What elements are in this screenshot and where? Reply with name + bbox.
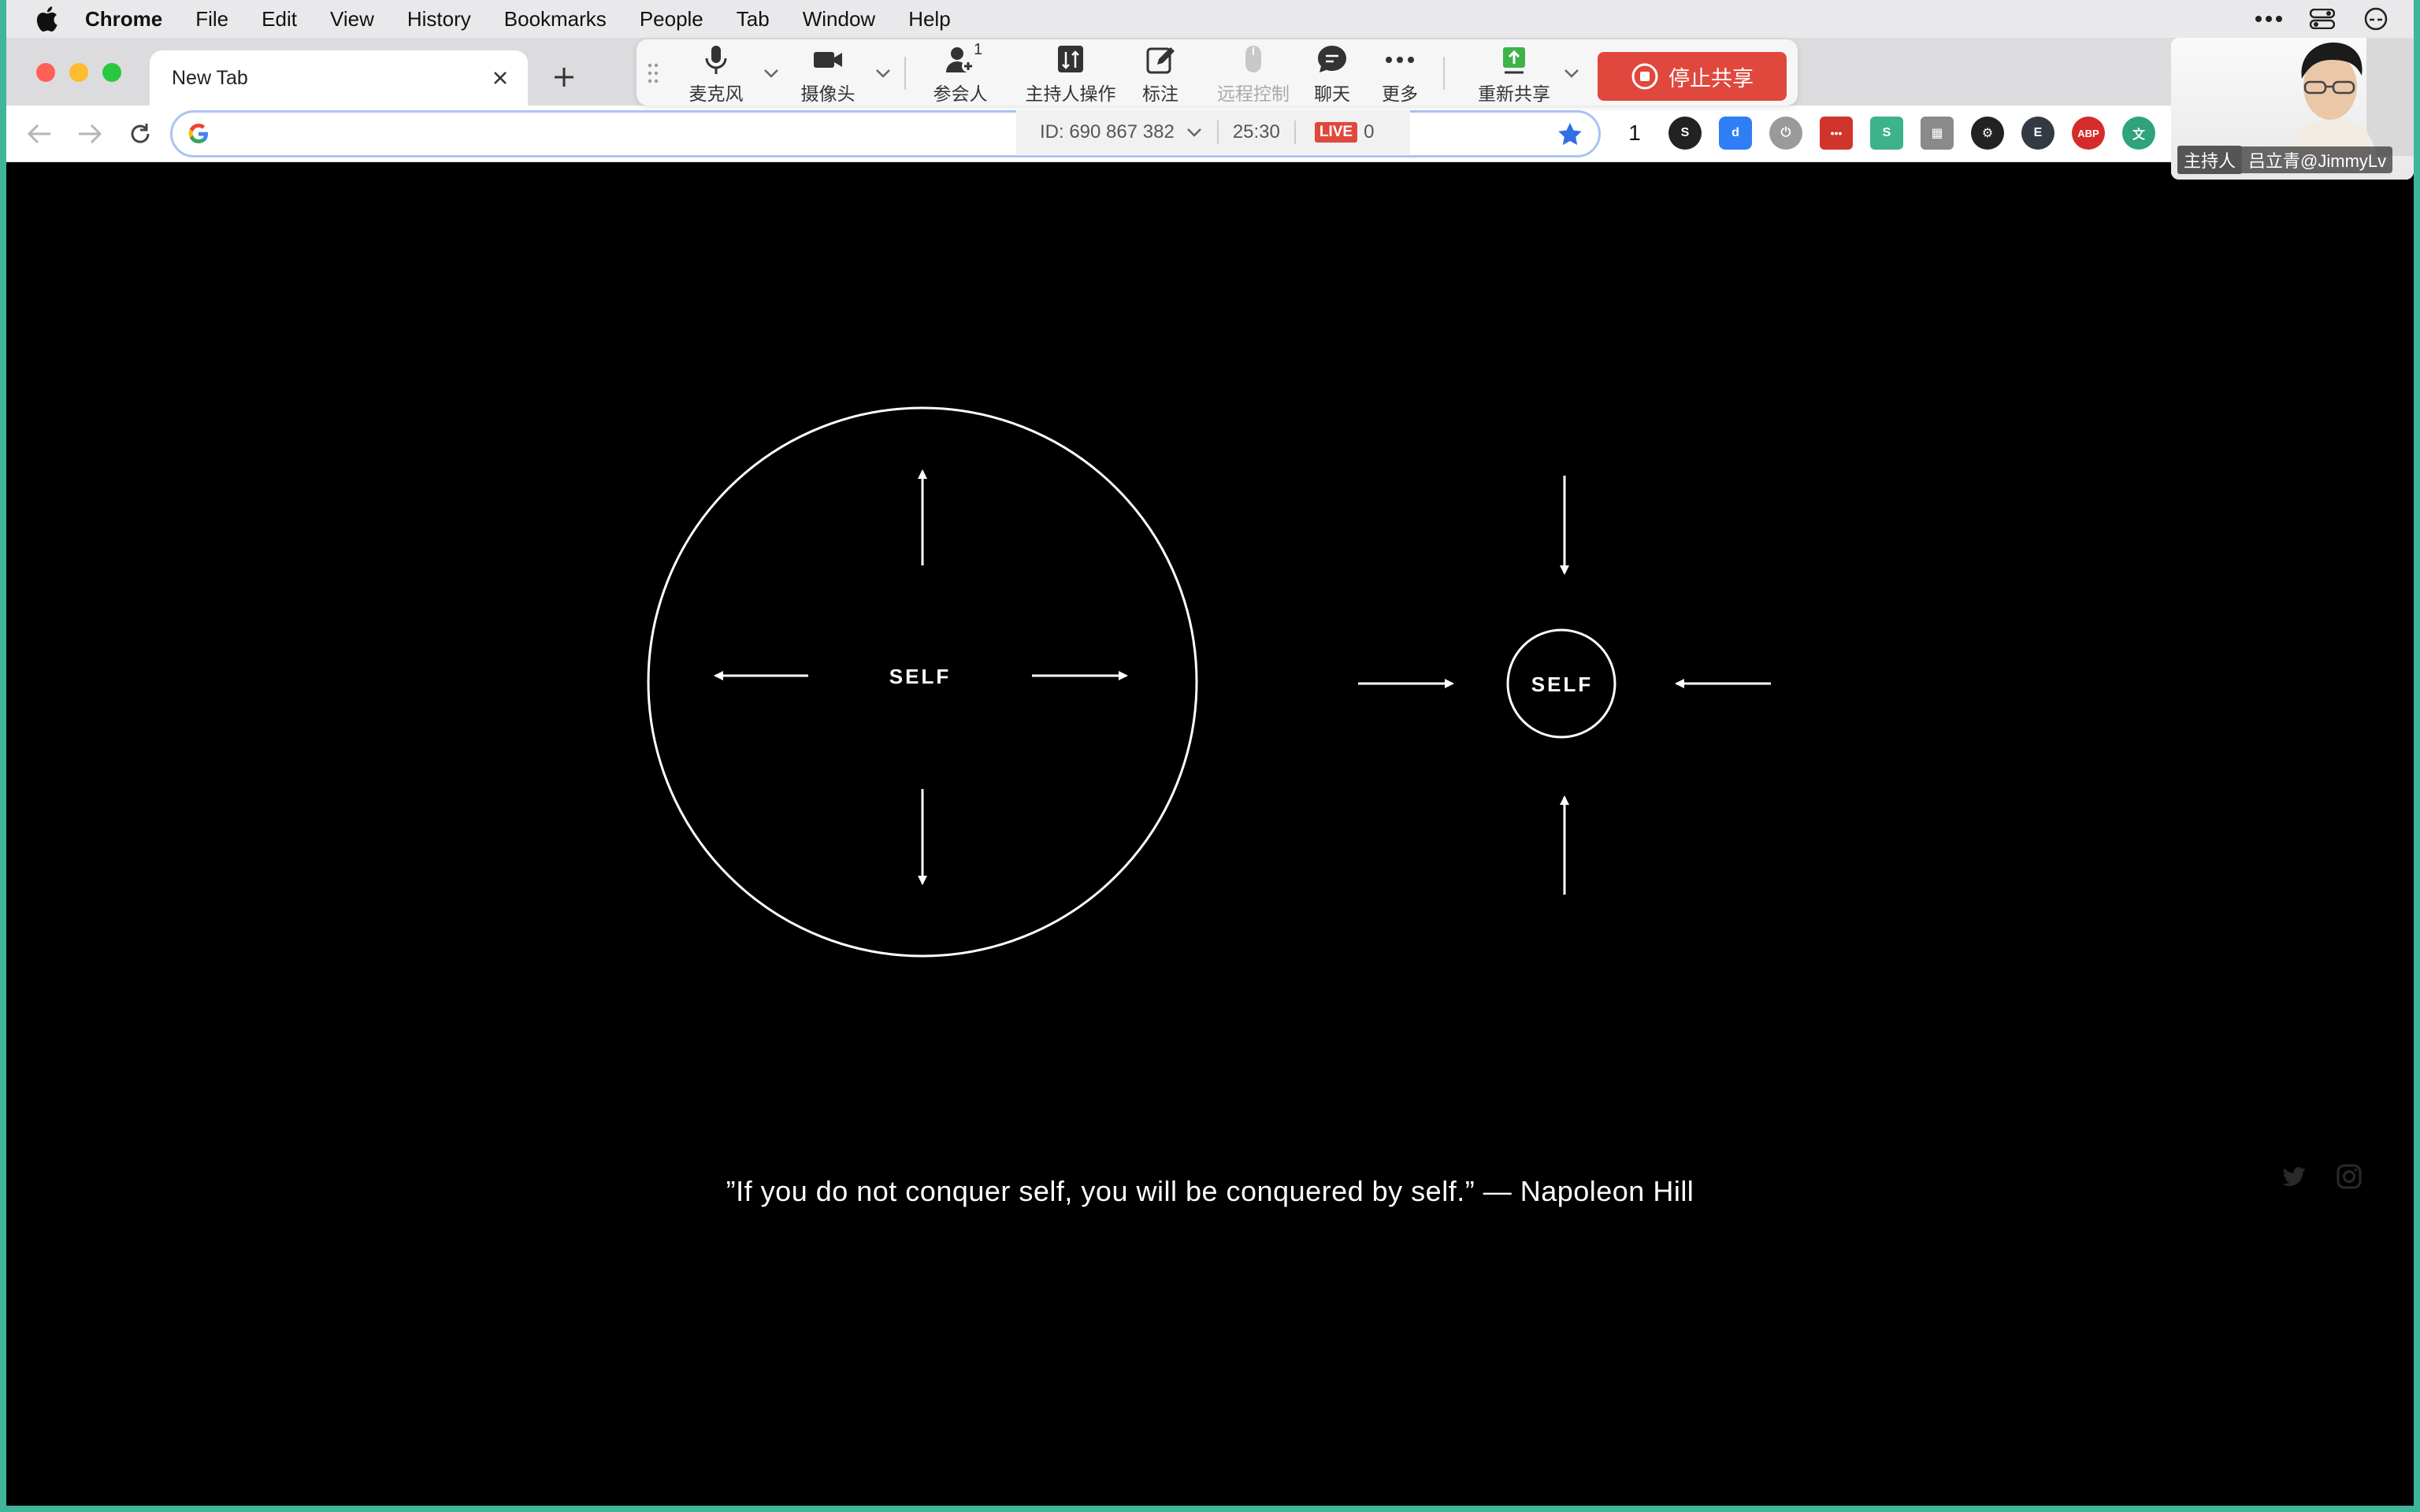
participants-button[interactable]: 参会人 (917, 43, 1004, 106)
camera-options-chevron-icon[interactable] (874, 68, 892, 79)
meeting-id-chevron-icon[interactable] (1186, 127, 1203, 138)
menu-bar: Chrome File Edit View History Bookmarks … (6, 0, 2414, 38)
participants-icon (946, 47, 974, 72)
host-actions-icon (1058, 46, 1083, 72)
camera-label: 摄像头 (800, 83, 856, 104)
menu-help[interactable]: Help (908, 7, 950, 32)
toolbar-divider (904, 57, 906, 90)
stop-share-button[interactable]: 停止共享 (1598, 52, 1787, 101)
badge-count-extension[interactable]: 1 (1618, 117, 1651, 150)
camera-icon (814, 52, 842, 68)
remote-control-label: 远程控制 (1217, 83, 1290, 104)
annotate-label: 标注 (1142, 83, 1178, 104)
new-tab-button[interactable] (547, 60, 581, 94)
meeting-id[interactable]: ID: 690 867 382 (1040, 121, 1175, 143)
microphone-icon (705, 46, 727, 74)
abp-extension[interactable]: ABP (2072, 117, 2105, 150)
s-green-extension[interactable]: S (1870, 117, 1903, 150)
bookmark-star-icon[interactable] (1556, 120, 1584, 149)
twitter-icon[interactable] (2280, 1162, 2308, 1191)
mouse-icon (1245, 46, 1261, 72)
dots-extension[interactable]: ••• (1820, 117, 1853, 150)
screen: Chrome File Edit View History Bookmarks … (6, 0, 2414, 1506)
d-extension[interactable]: d (1719, 117, 1752, 150)
siri-icon[interactable] (2362, 5, 2390, 33)
translate-extension[interactable]: 文 (2122, 117, 2155, 150)
participants-label: 参会人 (933, 83, 988, 104)
extensions-bar: 1 S d ⏻ ••• S ▦ ⚙ E ABP 文 (1618, 117, 2155, 150)
tab-new-tab[interactable]: New Tab (150, 50, 528, 106)
reshare-icon (1503, 47, 1525, 74)
tab-close-icon[interactable] (488, 66, 512, 90)
drag-handle-icon[interactable] (648, 63, 659, 83)
reload-button[interactable] (124, 118, 156, 150)
google-icon (188, 124, 208, 143)
annotate-button[interactable]: 标注 (1117, 43, 1204, 106)
mic-button[interactable]: 麦克风 (673, 43, 759, 106)
meeting-timer: 25:30 (1232, 121, 1280, 143)
control-center-icon[interactable] (2308, 5, 2336, 33)
host-video-thumbnail[interactable]: 主持人 吕立青@JimmyLv (2171, 38, 2414, 180)
back-button[interactable] (24, 118, 55, 150)
self-diagram: SELF SELF (647, 406, 1771, 958)
menubar-status-icons (2255, 5, 2390, 33)
status-divider (1216, 120, 1219, 144)
menu-window[interactable]: Window (803, 7, 875, 32)
stop-share-label: 停止共享 (1668, 66, 1754, 91)
more-label: 更多 (1382, 83, 1418, 104)
host-person-image (2289, 38, 2414, 156)
large-self-label: SELF (889, 665, 951, 688)
menu-edit[interactable]: Edit (262, 7, 297, 32)
menu-file[interactable]: File (195, 7, 228, 32)
mic-label: 麦克风 (689, 83, 744, 104)
host-actions-button[interactable]: 主持人操作 (1011, 43, 1130, 106)
e-extension[interactable]: E (2021, 117, 2054, 150)
menu-view[interactable]: View (330, 7, 374, 32)
live-badge[interactable]: LIVE (1314, 122, 1358, 143)
more-button[interactable]: 更多 (1357, 43, 1443, 106)
menu-bookmarks[interactable]: Bookmarks (504, 7, 607, 32)
reshare-label: 重新共享 (1478, 83, 1550, 104)
minimize-window-button[interactable] (69, 63, 88, 82)
grid-extension[interactable]: ▦ (1921, 117, 1954, 150)
menu-history[interactable]: History (407, 7, 471, 32)
annotate-icon (1146, 47, 1175, 74)
live-viewer-count: 0 (1364, 121, 1375, 143)
more-icon (1386, 57, 1414, 63)
participants-count: 1 (974, 41, 983, 58)
tab-title: New Tab (172, 66, 248, 89)
small-self-label: SELF (1531, 673, 1593, 696)
meeting-toolbar: 麦克风 摄像头 参会人 1 主持人操作 标注 远程控制 聊天 更多 重新共享 停… (637, 39, 1798, 106)
share-options-chevron-icon[interactable] (1563, 68, 1580, 79)
forward-button[interactable] (74, 118, 106, 150)
s-extension[interactable]: S (1668, 117, 1702, 150)
power-extension[interactable]: ⏻ (1769, 117, 1802, 150)
close-window-button[interactable] (36, 63, 55, 82)
menubar-more-icon[interactable] (2255, 5, 2283, 33)
menu-app-name[interactable]: Chrome (85, 7, 162, 32)
mic-options-chevron-icon[interactable] (763, 68, 780, 79)
camera-button[interactable]: 摄像头 (785, 43, 871, 106)
apple-icon[interactable] (35, 6, 58, 32)
status-divider (1294, 120, 1296, 144)
wheel-extension[interactable]: ⚙ (1971, 117, 2004, 150)
chat-icon (1318, 46, 1346, 72)
menu-people[interactable]: People (640, 7, 703, 32)
host-actions-label: 主持人操作 (1025, 83, 1116, 104)
menu-tab[interactable]: Tab (737, 7, 770, 32)
chat-label: 聊天 (1314, 83, 1350, 104)
meeting-status-bar: ID: 690 867 382 25:30 LIVE 0 (1016, 110, 1410, 154)
zoom-window-button[interactable] (102, 63, 121, 82)
stop-icon (1631, 63, 1658, 90)
toolbar-divider (1443, 57, 1445, 90)
quote-text: ”If you do not conquer self, you will be… (726, 1175, 1694, 1207)
reshare-button[interactable]: 重新共享 (1462, 43, 1566, 106)
instagram-icon[interactable] (2335, 1162, 2363, 1191)
